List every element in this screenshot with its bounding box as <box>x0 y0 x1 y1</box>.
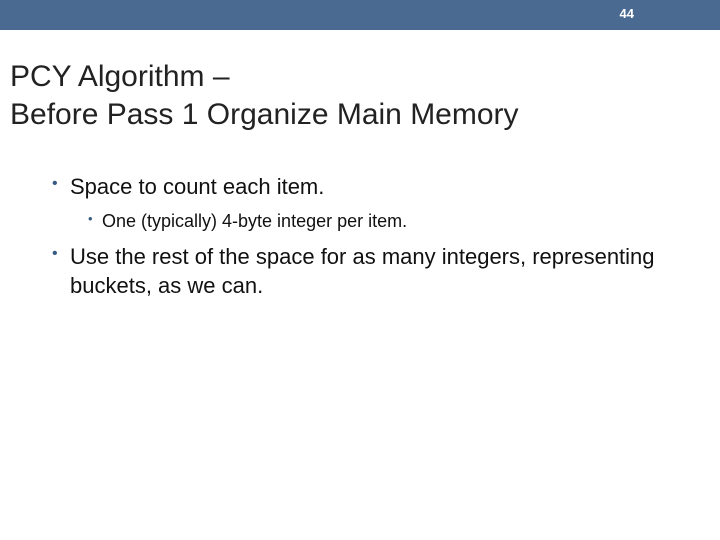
bullet-text: Use the rest of the space for as many in… <box>70 243 670 300</box>
bullet-item: Use the rest of the space for as many in… <box>52 243 720 300</box>
slide-title-line1: PCY Algorithm – <box>10 60 230 93</box>
sub-bullet-item: One (typically) 4-byte integer per item. <box>88 210 720 233</box>
slide-header-bar: 44 <box>0 0 720 30</box>
slide-body: Space to count each item. One (typically… <box>52 173 720 300</box>
slide-title: PCY Algorithm – Before Pass 1 Organize M… <box>10 58 720 133</box>
sub-bullet-text: One (typically) 4-byte integer per item. <box>102 211 407 231</box>
bullet-text: Space to count each item. <box>70 173 670 202</box>
slide-title-line2: Before Pass 1 Organize Main Memory <box>10 98 519 131</box>
slide-number: 44 <box>620 6 634 21</box>
bullet-item: Space to count each item. One (typically… <box>52 173 720 233</box>
